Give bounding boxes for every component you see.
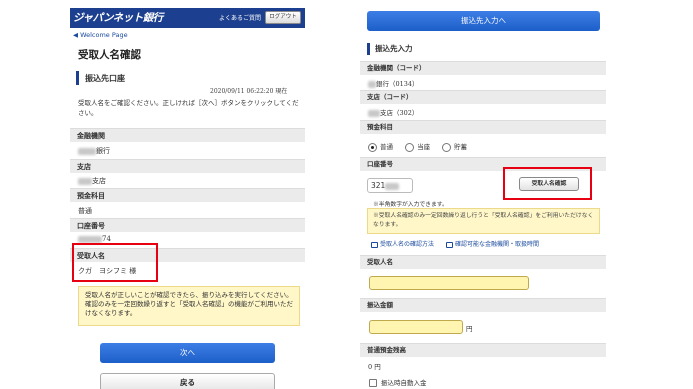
balance-label: 普通預金残高 <box>360 343 606 357</box>
next-button[interactable]: 次へ <box>100 343 275 363</box>
window-icon <box>445 241 453 248</box>
instruction-text: 受取人名をご確認ください。正しければ［次へ］ボタンをクリックしてください。 <box>78 99 299 117</box>
radio-option-savings[interactable]: 貯蓄 <box>442 141 467 152</box>
back-button[interactable]: 戻る <box>100 373 275 389</box>
masked-text <box>368 109 380 117</box>
section-heading-payee-account: 振込先口座 <box>76 71 305 85</box>
logout-button[interactable]: ログアウト <box>265 11 301 24</box>
account-number-label: 口座番号 <box>70 218 305 232</box>
to-payee-input-button[interactable]: 振込先入力へ <box>367 11 600 31</box>
account-number-value: 74 <box>78 235 111 243</box>
radio-selected-icon[interactable] <box>368 142 377 152</box>
masked-text <box>385 182 400 190</box>
window-icon <box>371 241 378 248</box>
account-type-value: 普通 <box>78 207 92 215</box>
masked-text <box>78 177 92 185</box>
how-to-confirm-link[interactable]: 受取人名の確認方法 <box>371 239 434 248</box>
recipient-confirmation-screen: ジャパンネット銀行 よくあるご質問 ログアウト ◀ Welcome Page 受… <box>70 0 305 389</box>
branch-value: 支店 <box>78 176 106 186</box>
account-type-label: 預金科目 <box>360 120 606 134</box>
confirmation-notice: 受取人名が正しいことが確認できたら、振り込みを実行してください。確認のみを一定回… <box>78 286 300 326</box>
help-links: 受取人名の確認方法 確認可能な金融機関・取扱時間 <box>371 239 549 248</box>
account-type-label: 預金科目 <box>70 188 305 202</box>
checkbox-icon[interactable] <box>369 379 377 387</box>
recipient-name-input[interactable] <box>369 276 529 290</box>
radio-option-current[interactable]: 当座 <box>405 141 430 152</box>
payee-input-screen: 振込先入力へ 振込先入力 金融機関（コード） 銀行（0134） 支店（コード） … <box>360 0 606 389</box>
bank-code-value: 銀行（0134） <box>368 78 419 88</box>
amount-input[interactable] <box>369 320 463 334</box>
auto-deposit-option[interactable]: 振込時自動入金 <box>369 377 427 387</box>
faq-link[interactable]: よくあるご質問 <box>219 13 261 22</box>
branch-code-label: 支店（コード） <box>360 90 606 104</box>
section-heading-payee-input: 振込先入力 <box>367 43 413 55</box>
branch-label: 支店 <box>70 159 305 173</box>
bank-logo[interactable]: ジャパンネット銀行 <box>73 10 163 25</box>
masked-text <box>78 147 96 155</box>
branch-code-value: 支店（302） <box>368 107 418 117</box>
radio-option-ordinary[interactable]: 普通 <box>368 141 393 152</box>
page-title: 受取人名確認 <box>78 49 141 61</box>
radio-icon[interactable] <box>405 142 415 152</box>
account-type-radio-group: 普通 当座 貯蓄 <box>368 141 477 152</box>
welcome-page-link[interactable]: ◀ Welcome Page <box>73 31 128 39</box>
bank-code-label: 金融機関（コード） <box>360 61 606 75</box>
confirm-button-highlight <box>503 167 592 200</box>
balance-value: 0 円 <box>368 363 381 371</box>
recipient-name-highlight <box>72 243 158 282</box>
amount-unit: 円 <box>466 325 473 333</box>
site-header: ジャパンネット銀行 よくあるご質問 ログアウト <box>70 8 305 28</box>
confirmation-limit-notice: ※受取人名確認のみ一定回数繰り返し行うと「受取人名確認」をご利用いただけなくなり… <box>367 208 600 234</box>
supported-banks-link[interactable]: 確認可能な金融機関・取扱時間 <box>445 239 539 248</box>
bank-value: 銀行 <box>78 146 110 156</box>
recipient-name-label: 受取人名 <box>360 255 606 269</box>
account-number-input[interactable]: 321 <box>367 178 413 193</box>
radio-icon[interactable] <box>442 142 452 152</box>
amount-label: 振込金額 <box>360 298 606 312</box>
masked-text <box>78 235 102 243</box>
as-of-datetime: 2020/09/11 06:22:20 現在 <box>210 88 288 95</box>
masked-text <box>368 80 376 88</box>
bank-label: 金融機関 <box>70 128 305 142</box>
account-number-hint: ※半角数字が入力できます。 <box>373 202 448 208</box>
